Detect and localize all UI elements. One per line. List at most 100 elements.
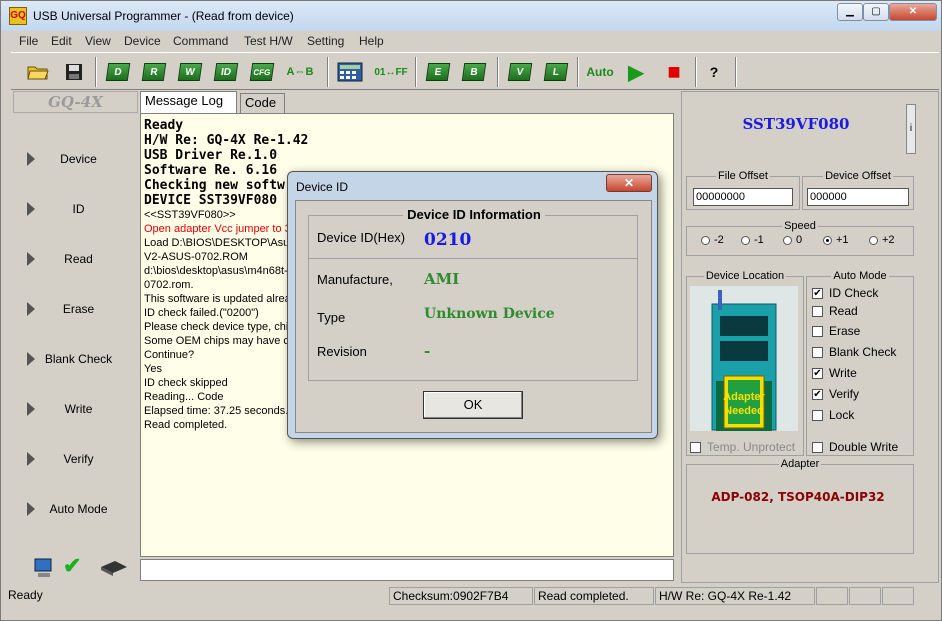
config-icon[interactable]: CFG — [247, 57, 277, 87]
chip-info-button[interactable]: i — [906, 104, 916, 154]
fill-01-ff-icon[interactable]: 01↔FF — [373, 57, 409, 87]
sidebar-write-button[interactable]: Write — [15, 386, 136, 432]
speed-group: Speed -2 -1 0 +1 +2 — [686, 220, 914, 256]
arrow-right-icon — [27, 502, 35, 516]
write-question-icon[interactable]: W — [175, 57, 205, 87]
minimize-button[interactable]: ▁ — [837, 3, 863, 21]
help-icon[interactable]: ? — [699, 57, 729, 87]
open-icon[interactable] — [23, 57, 53, 87]
auto-option-checkbox[interactable]: Lock — [812, 408, 854, 422]
file-offset-input[interactable]: 00000000 — [693, 188, 793, 206]
speed-radio[interactable]: +1 — [823, 234, 849, 246]
lock-icon[interactable]: L — [541, 57, 571, 87]
arrow-right-icon — [27, 352, 35, 366]
selected-chip-name: SST39VF080 — [742, 115, 850, 133]
log-line: H/W Re: GQ-4X Re-1.42 — [144, 133, 309, 148]
adapter-group: Adapter — [686, 458, 914, 554]
calculator-icon[interactable] — [335, 57, 365, 87]
auto-icon[interactable]: Auto — [583, 57, 617, 87]
revision-value: - — [424, 342, 431, 360]
erase-icon[interactable]: E — [423, 57, 453, 87]
maximize-button[interactable]: ▢ — [863, 3, 889, 21]
save-icon[interactable] — [59, 57, 89, 87]
status-message: Read completed. — [534, 587, 654, 605]
status-empty-cell — [816, 587, 848, 605]
check-icon: ✔ — [63, 553, 82, 578]
programmer-device-icon — [101, 561, 127, 576]
dialog-title: Device ID — [296, 180, 349, 194]
status-bar: Ready Checksum:0902F7B4 Read completed. … — [1, 585, 941, 607]
menu-setting[interactable]: Setting — [307, 34, 344, 48]
speed-radio[interactable]: +2 — [869, 234, 895, 246]
type-label: Type — [317, 310, 346, 325]
auto-option-checkbox[interactable]: ✔ Write — [812, 366, 857, 380]
title-bar[interactable]: GQ USB Universal Programmer - (Read from… — [1, 1, 941, 31]
checkbox-icon: ✔ — [812, 287, 823, 299]
auto-option-checkbox[interactable]: Erase — [812, 324, 860, 338]
manufacture-label: Manufacture, — [317, 272, 393, 287]
checkbox-icon — [812, 409, 823, 421]
sidebar-id-button[interactable]: ID — [15, 186, 136, 232]
toolbar-separator — [415, 57, 417, 87]
dialog-close-button[interactable]: ✕ — [606, 174, 652, 192]
menu-test-hw[interactable]: Test H/W — [244, 34, 293, 48]
sidebar-device-button[interactable]: Device — [15, 136, 136, 182]
command-input[interactable] — [140, 559, 674, 581]
sidebar-verify-button[interactable]: Verify — [15, 436, 136, 482]
status-empty-cell — [849, 587, 881, 605]
stop-icon[interactable]: ■ — [659, 57, 689, 87]
auto-option-checkbox[interactable]: ✔ Verify — [812, 387, 859, 401]
adapter-socket-image: Adapter Needed — [690, 286, 798, 431]
speed-radio[interactable]: 0 — [783, 234, 802, 246]
status-hw-version: H/W Re: GQ-4X Re-1.42 — [655, 587, 815, 605]
sidebar-blank-check-button[interactable]: Blank Check — [15, 336, 136, 382]
device-offset-group: Device Offset 000000 — [802, 170, 914, 210]
tab-message-log[interactable]: Message Log — [140, 91, 237, 113]
toolbar-separator — [327, 57, 329, 87]
right-panel: SST39VF080 i File Offset 00000000 Device… — [681, 91, 939, 583]
ok-button[interactable]: OK — [423, 391, 523, 419]
verify-write-icon[interactable]: V — [505, 57, 535, 87]
menu-device[interactable]: Device — [124, 34, 161, 48]
radio-icon — [741, 235, 750, 245]
dialog-body: Device ID Information Device ID(Hex) 021… — [295, 200, 652, 433]
connection-status: ✔ — [13, 553, 138, 583]
menu-edit[interactable]: Edit — [51, 34, 72, 48]
checkbox-icon: ✔ — [812, 367, 823, 379]
compare-icon[interactable]: A⇔B — [285, 57, 315, 87]
blank-check-icon[interactable]: B — [459, 57, 489, 87]
auto-option-checkbox[interactable]: Blank Check — [812, 345, 896, 359]
arrow-right-icon — [27, 452, 35, 466]
toolbar-separator — [695, 57, 697, 87]
menu-help[interactable]: Help — [359, 34, 384, 48]
id-icon[interactable]: ID — [211, 57, 241, 87]
double-write-checkbox[interactable]: Double Write — [812, 440, 898, 454]
log-line: USB Driver Re.1.0 — [144, 148, 278, 163]
checkbox-icon — [812, 346, 823, 358]
play-icon[interactable]: ▶ — [621, 57, 651, 87]
menu-view[interactable]: View — [85, 34, 111, 48]
read-icon[interactable]: R — [139, 57, 169, 87]
close-button[interactable]: ✕ — [889, 3, 937, 21]
device-offset-input[interactable]: 000000 — [807, 188, 909, 206]
menu-command[interactable]: Command — [173, 34, 228, 48]
auto-option-checkbox[interactable]: Read — [812, 304, 858, 318]
window-title: USB Universal Programmer - (Read from de… — [33, 9, 294, 23]
sidebar-auto-mode-button[interactable]: Auto Mode — [15, 486, 136, 532]
auto-option-checkbox[interactable]: ✔ ID Check — [812, 286, 878, 300]
toolbar-separator — [735, 57, 737, 87]
speed-radio[interactable]: -1 — [741, 234, 764, 246]
sidebar-read-button[interactable]: Read — [15, 236, 136, 282]
device-id-label: Device ID(Hex) — [317, 230, 406, 245]
tab-code[interactable]: Code — [240, 93, 285, 113]
temp-unprotect-checkbox[interactable]: Temp. Unprotect — [690, 440, 795, 454]
menu-bar: File Edit View Device Command Test H/W S… — [1, 31, 941, 51]
speed-radio[interactable]: -2 — [701, 234, 724, 246]
radio-icon — [783, 235, 792, 245]
sidebar-erase-button[interactable]: Erase — [15, 286, 136, 332]
device-select-icon[interactable]: D — [103, 57, 133, 87]
arrow-right-icon — [27, 152, 35, 166]
menu-file[interactable]: File — [19, 34, 38, 48]
checkbox-icon: ✔ — [812, 388, 823, 400]
checkbox-icon — [812, 441, 823, 453]
